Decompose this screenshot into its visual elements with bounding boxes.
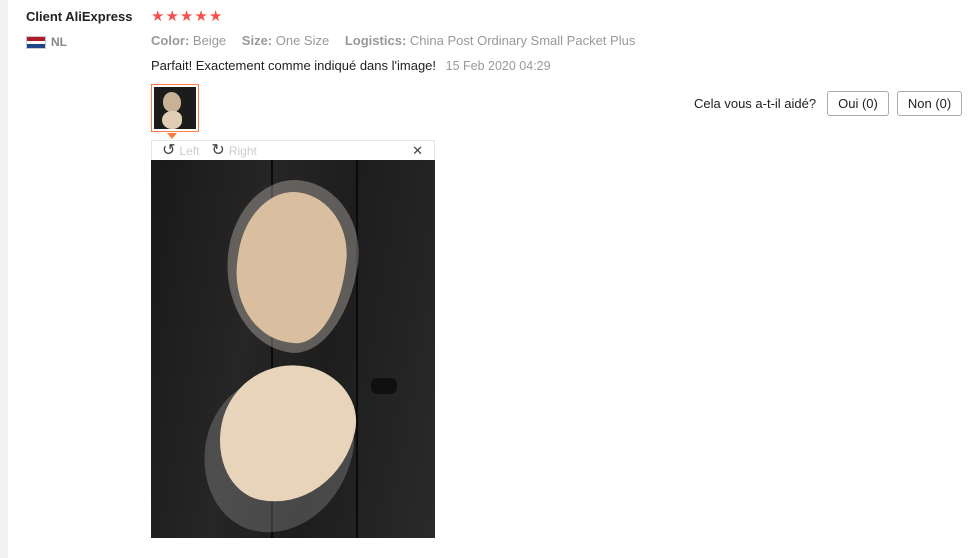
door-knob <box>371 378 397 394</box>
rotate-right-button[interactable]: ↻ Right <box>211 141 257 159</box>
star-icon: ★ <box>179 8 194 25</box>
attr-value-size: One Size <box>275 33 330 48</box>
left-edge-strip <box>0 0 8 558</box>
star-icon: ★ <box>194 8 208 25</box>
reviewer-name: Client AliExpress <box>26 9 133 24</box>
review-photo-large <box>151 160 435 538</box>
country-code: NL <box>51 35 67 49</box>
thumbnail-image <box>154 87 196 129</box>
attr-key-size: Size: <box>241 33 273 48</box>
star-icon: ★ <box>151 8 165 25</box>
rotate-right-label: Right <box>228 143 257 158</box>
image-viewer-toolbar: ↺ Left ↻ Right ✕ <box>151 140 435 160</box>
review-text: Parfait! Exactement comme indiqué dans l… <box>151 58 437 73</box>
rotate-left-icon: ↺ <box>162 141 176 159</box>
order-attributes: Color: Beige Size: One Size Logistics: C… <box>151 33 647 48</box>
star-rating: ★ ★ ★ ★ ★ <box>151 9 222 25</box>
review-date: 15 Feb 2020 04:29 <box>445 59 551 73</box>
review-body: Parfait! Exactement comme indiqué dans l… <box>151 58 551 73</box>
attr-key-color: Color: <box>151 33 190 48</box>
rotate-left-label: Left <box>179 143 200 158</box>
helpful-no-button[interactable]: Non (0) <box>896 91 963 116</box>
rotate-right-icon: ↻ <box>211 141 225 159</box>
helpful-yes-button[interactable]: Oui (0) <box>827 91 889 116</box>
review-photo-thumbnail[interactable] <box>151 84 199 132</box>
rotate-left-button[interactable]: ↺ Left <box>162 141 200 159</box>
thumbnail-pad-top <box>163 92 181 112</box>
thumbnail-pointer <box>167 133 177 139</box>
attr-key-logistics: Logistics: <box>344 33 407 48</box>
reviewer-country: NL <box>26 35 67 49</box>
attr-value-color: Beige <box>192 33 227 48</box>
attr-value-logistics: China Post Ordinary Small Packet Plus <box>409 33 636 48</box>
netherlands-flag-icon <box>26 35 46 49</box>
star-icon: ★ <box>208 8 223 25</box>
close-icon[interactable]: ✕ <box>412 143 423 159</box>
thumbnail-pad-bottom <box>162 111 182 129</box>
wood-plank-seam <box>356 160 358 538</box>
helpful-question: Cela vous a-t-il aidé? <box>694 96 817 111</box>
star-icon: ★ <box>165 8 179 25</box>
helpful-vote: Cela vous a-t-il aidé? Oui (0) Non (0) <box>694 91 963 116</box>
